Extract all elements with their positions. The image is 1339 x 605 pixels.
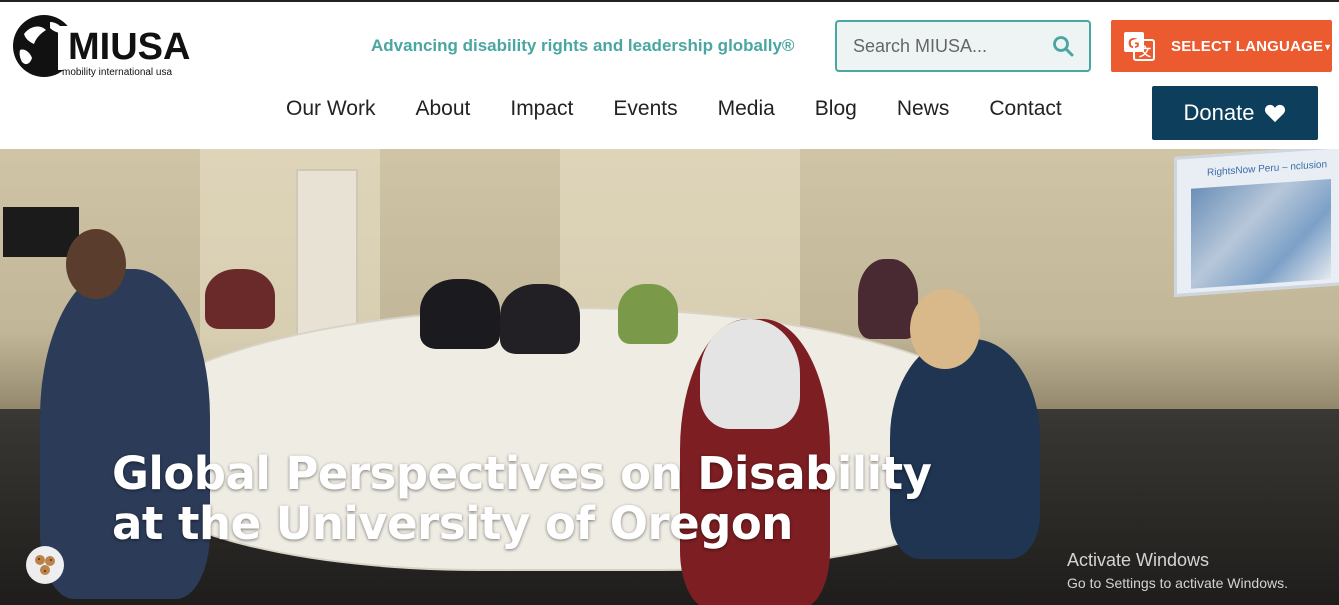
select-language-button[interactable]: G 文 SELECT LANGUAGE ▼ — [1111, 20, 1332, 72]
search-icon[interactable] — [1051, 34, 1075, 58]
svg-text:文: 文 — [1139, 44, 1152, 59]
cookie-icon — [35, 555, 55, 575]
nav-item-impact[interactable]: Impact — [490, 94, 593, 124]
activate-windows-watermark: Activate Windows Go to Settings to activ… — [1067, 550, 1288, 591]
nav-item-our-work[interactable]: Our Work — [266, 94, 395, 124]
search-box[interactable] — [835, 20, 1091, 72]
miusa-logo[interactable]: MIUSA mobility international usa — [10, 12, 200, 82]
nav-item-about[interactable]: About — [395, 94, 490, 124]
hero-photo-person — [618, 284, 678, 344]
donate-label: Donate — [1183, 100, 1255, 125]
projector-screen: RightsNow Peru – nclusion — [1174, 149, 1339, 297]
logo-wordmark: MIUSA — [68, 26, 191, 68]
hero-title-line2: at the University of Oregon — [112, 497, 793, 550]
hero-photo-person — [500, 284, 580, 354]
hero-photo-person — [420, 279, 500, 349]
donate-button[interactable]: Donate — [1152, 86, 1318, 140]
screen-photo — [1191, 178, 1331, 289]
hero-title-line1: Global Perspectives on Disability — [112, 447, 932, 500]
select-language-label: SELECT LANGUAGE — [1171, 38, 1324, 55]
hero-photo-person — [66, 229, 126, 299]
hero-photo-person — [910, 289, 980, 369]
watermark-line2: Go to Settings to activate Windows. — [1067, 575, 1288, 591]
heart-icon — [1265, 104, 1286, 123]
nav-item-contact[interactable]: Contact — [969, 94, 1081, 124]
nav-item-blog[interactable]: Blog — [795, 94, 877, 124]
cookie-settings-button[interactable] — [26, 546, 64, 584]
hero-title: Global Perspectives on Disability at the… — [112, 449, 1012, 549]
logo-subtitle: mobility international usa — [62, 67, 173, 78]
nav-item-media[interactable]: Media — [698, 94, 795, 124]
main-nav: Our Work About Impact Events Media Blog … — [266, 94, 1082, 124]
site-header: MIUSA mobility international usa Advanci… — [0, 2, 1339, 149]
chevron-down-icon: ▼ — [1323, 42, 1332, 52]
hero-photo-person — [700, 319, 800, 429]
hero-photo-person — [205, 269, 275, 329]
screen-caption: RightsNow Peru – nclusion — [1207, 159, 1328, 179]
search-input[interactable] — [853, 22, 1053, 70]
google-translate-icon: G 文 — [1124, 32, 1155, 61]
watermark-line1: Activate Windows — [1067, 550, 1210, 570]
tagline: Advancing disability rights and leadersh… — [371, 36, 795, 55]
nav-item-news[interactable]: News — [877, 94, 970, 124]
hero-banner: RightsNow Peru – nclusion Global Perspec… — [0, 149, 1339, 605]
hero-photo-person — [858, 259, 918, 339]
nav-item-events[interactable]: Events — [593, 94, 697, 124]
